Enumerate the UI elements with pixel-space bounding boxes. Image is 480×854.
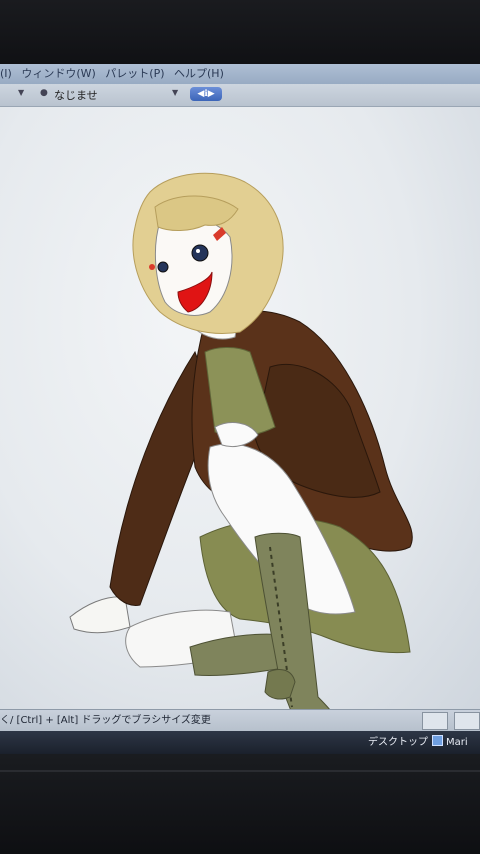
left-eye <box>157 261 169 273</box>
menu-item-file[interactable]: (I) <box>0 67 12 80</box>
monitor-bezel-edge <box>0 770 480 772</box>
desktop-button[interactable]: デスクトップ <box>368 731 428 754</box>
brush-name-label[interactable]: なじませ <box>54 87 98 103</box>
status-hint: く/ [Ctrl] + [Alt] ドラッグでブラシサイズ変更 <box>0 715 211 726</box>
taskbar-app-label: Mari <box>446 737 468 748</box>
taskbar: デスクトップ Mari <box>0 731 480 754</box>
menu-bar: (I) ウィンドウ(W) パレット(P) ヘルプ(H) <box>0 64 480 84</box>
chevron-down-icon[interactable]: ▼ <box>172 88 178 97</box>
monitor-bezel-bottom <box>0 754 480 854</box>
right-eye-highlight <box>196 249 200 253</box>
drawing-canvas[interactable] <box>0 107 480 735</box>
hair-clip-small <box>149 264 155 270</box>
boot-front-sole <box>264 669 296 700</box>
menu-item-palette[interactable]: パレット(P) <box>105 67 164 80</box>
menu-item-window[interactable]: ウィンドウ(W) <box>21 67 95 80</box>
illustration <box>69 172 413 735</box>
brush-icon: ● <box>40 88 48 98</box>
status-bar: く/ [Ctrl] + [Alt] ドラッグでブラシサイズ変更 <box>0 709 480 732</box>
status-pane <box>454 712 480 730</box>
menu-item-help[interactable]: ヘルプ(H) <box>174 67 224 80</box>
tool-options-bar: ▼ ● なじませ ▼ ◀ℹ▶ <box>0 84 480 107</box>
app-window-icon <box>432 735 443 746</box>
chevron-down-icon[interactable]: ▼ <box>18 88 24 97</box>
status-pane <box>421 712 448 730</box>
info-button[interactable]: ◀ℹ▶ <box>190 87 222 101</box>
taskbar-app-button[interactable]: Mari <box>432 731 468 754</box>
monitor-bezel-top <box>0 0 480 64</box>
right-eye <box>191 244 209 262</box>
left-hand <box>69 596 131 634</box>
status-panes <box>419 712 480 730</box>
monitor-screen: (I) ウィンドウ(W) パレット(P) ヘルプ(H) ▼ ● なじませ ▼ ◀… <box>0 64 480 754</box>
